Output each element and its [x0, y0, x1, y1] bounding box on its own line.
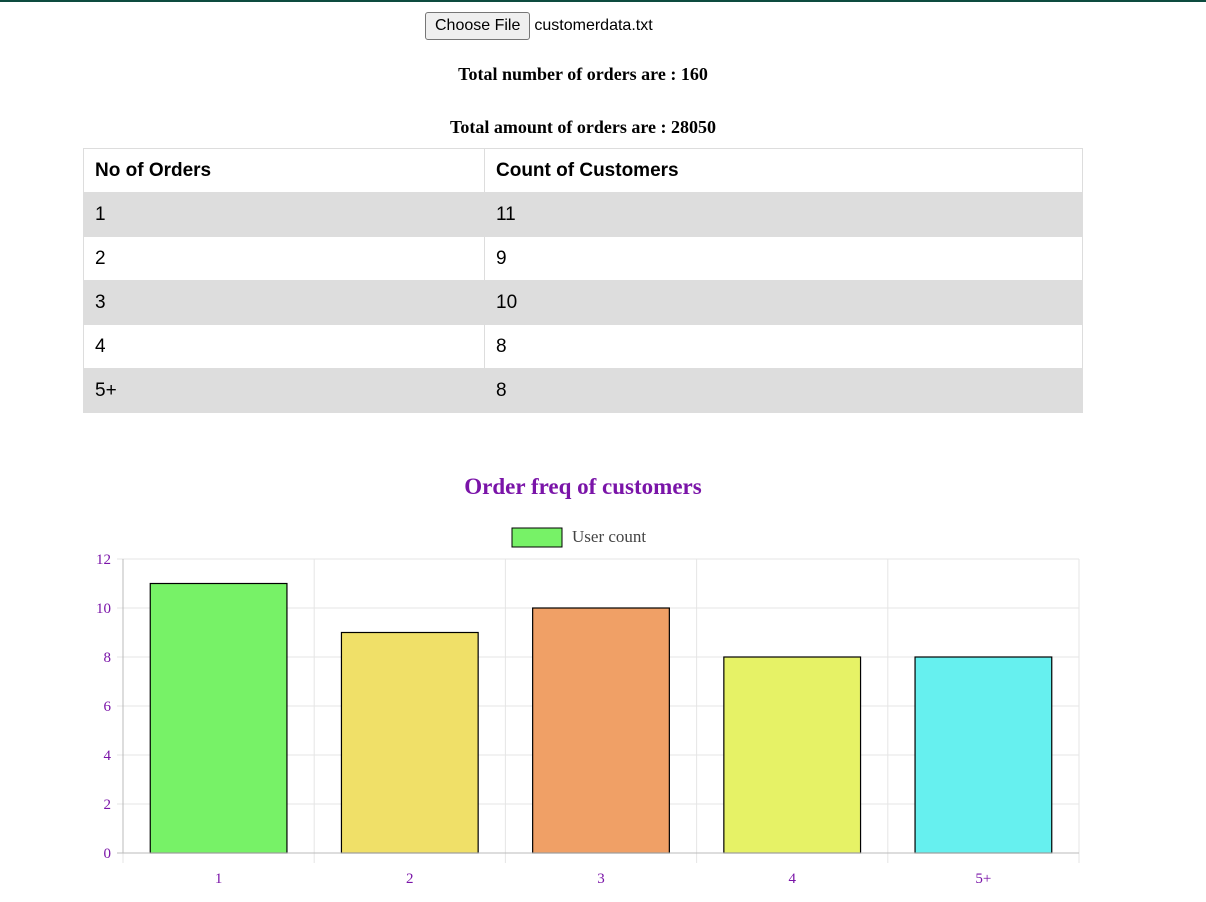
table-header-row: No of Orders Count of Customers [83, 148, 1083, 193]
customers-cell: 8 [484, 368, 1083, 413]
x-tick-label: 5+ [975, 871, 991, 887]
bar-1[interactable] [149, 582, 288, 854]
file-input[interactable]: Choose File customerdata.txt [425, 12, 653, 40]
orders-cell: 4 [83, 324, 485, 369]
x-tick-label: 1 [215, 871, 223, 887]
x-tick-label: 3 [597, 871, 605, 887]
table-row: 4 8 [83, 324, 1083, 369]
table-row: 1 11 [83, 192, 1083, 237]
bar-4[interactable] [723, 656, 862, 854]
total-orders-text: Total number of orders are : 160 [458, 64, 708, 84]
bar-2[interactable] [340, 631, 479, 854]
orders-cell: 3 [83, 280, 485, 325]
customers-cell: 8 [484, 324, 1083, 369]
column-header-count-of-customers: Count of Customers [484, 148, 1083, 193]
bar-5+[interactable] [914, 656, 1053, 854]
table-row: 3 10 [83, 280, 1083, 325]
y-tick-label: 6 [104, 699, 112, 715]
y-tick-label: 8 [104, 650, 112, 666]
y-tick-label: 0 [104, 846, 112, 862]
choose-file-button[interactable]: Choose File [425, 12, 531, 40]
orders-cell: 1 [83, 192, 485, 237]
legend-label[interactable]: User count [572, 527, 646, 546]
x-tick-label: 2 [406, 871, 414, 887]
table-row: 5+ 8 [83, 368, 1083, 413]
y-tick-label: 4 [104, 748, 112, 764]
y-tick-label: 12 [96, 552, 111, 568]
y-tick-label: 2 [104, 797, 112, 813]
bar-3[interactable] [532, 607, 670, 854]
chart-canvas: Order freq of customers User count 0 2 4 6 8… [96, 474, 1080, 887]
y-tick-label: 10 [96, 601, 111, 617]
customers-cell: 11 [484, 192, 1083, 237]
x-tick-label: 4 [788, 871, 796, 887]
total-amount-text: Total amount of orders are : 28050 [450, 117, 716, 137]
chart-title: Order freq of customers [464, 474, 701, 499]
legend-swatch[interactable] [511, 527, 563, 548]
selected-file-name: customerdata.txt [534, 17, 653, 34]
column-header-no-of-orders: No of Orders [83, 148, 485, 193]
orders-table: No of Orders Count of Customers 1 11 2 9… [83, 148, 1083, 413]
customers-cell: 10 [484, 280, 1083, 325]
order-frequency-chart: Order freq of customers User count 0 2 4 6 8… [0, 460, 1206, 902]
chart-bars [149, 582, 1053, 854]
table-row: 2 9 [83, 236, 1083, 281]
customers-cell: 9 [484, 236, 1083, 281]
top-border [0, 0, 1206, 2]
orders-cell: 5+ [83, 368, 485, 413]
orders-cell: 2 [83, 236, 485, 281]
